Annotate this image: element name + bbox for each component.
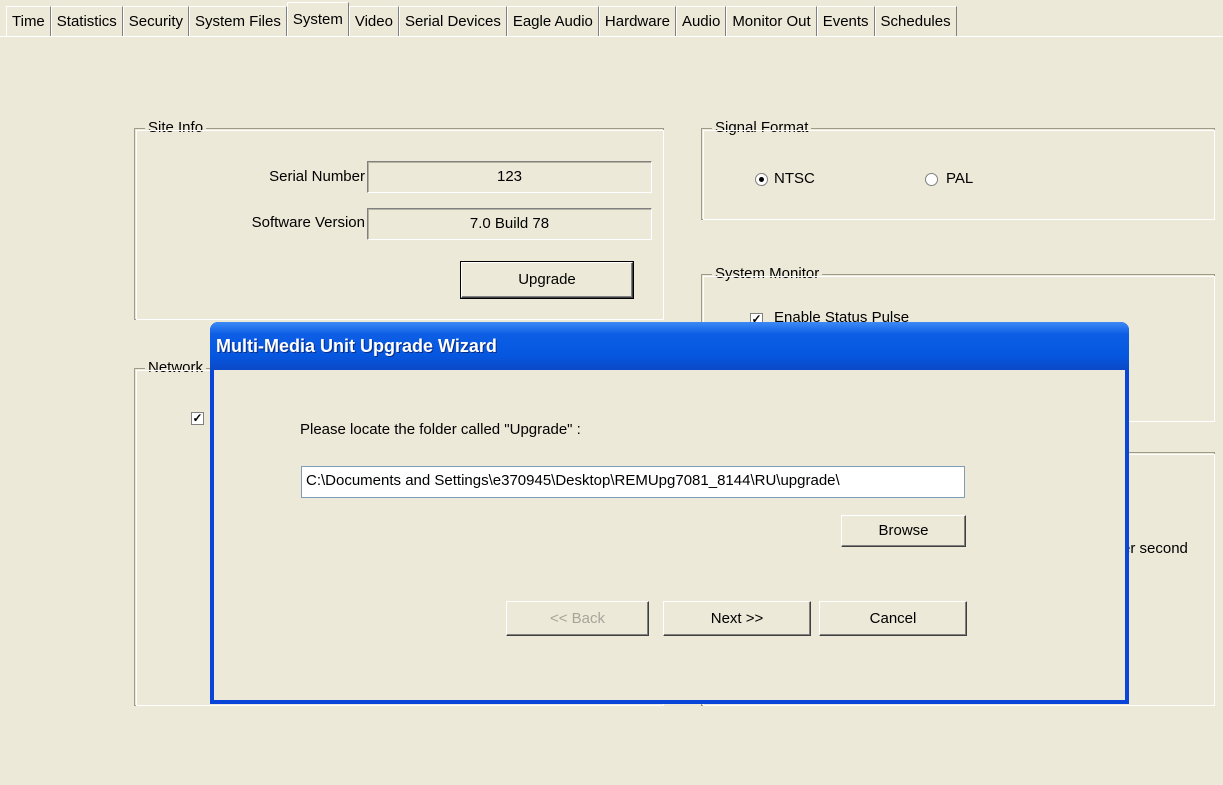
next-button[interactable]: Next >> (663, 601, 811, 636)
software-version-label: Software Version (251, 214, 365, 231)
site-info-legend: Site Info (145, 119, 207, 137)
tab-statistics[interactable]: Statistics (50, 6, 123, 36)
tab-audio[interactable]: Audio (675, 6, 727, 36)
serial-number-field: 123 (367, 161, 652, 193)
back-button[interactable]: << Back (506, 601, 649, 636)
tab-divider (0, 36, 1223, 37)
tab-bar: Time Statistics Security System Files System… (0, 0, 1223, 40)
tab-system[interactable]: System (286, 2, 349, 36)
tab-events[interactable]: Events (816, 6, 875, 36)
tab-monitor-out[interactable]: Monitor Out (726, 6, 817, 36)
network-checkbox[interactable]: ✓ (191, 412, 204, 425)
tab-video[interactable]: Video (348, 6, 399, 36)
tab-security[interactable]: Security (122, 6, 189, 36)
upgrade-folder-path-input[interactable]: C:\Documents and Settings\e370945\Deskto… (301, 466, 965, 498)
per-second-label: er second (1122, 540, 1188, 557)
signal-format-group: Signal Format NTSC PAL (701, 119, 1215, 220)
tab-hardware[interactable]: Hardware (598, 6, 676, 36)
ntsc-radio[interactable] (755, 173, 768, 186)
tab-eagle-audio[interactable]: Eagle Audio (506, 6, 599, 36)
tab-time[interactable]: Time (6, 6, 51, 36)
locate-folder-prompt: Please locate the folder called "Upgrade… (300, 421, 581, 438)
software-version-field: 7.0 Build 78 (367, 208, 652, 240)
dialog-client-area: Please locate the folder called "Upgrade… (214, 370, 1125, 700)
tab-system-files[interactable]: System Files (188, 6, 287, 36)
pal-radio[interactable] (925, 173, 938, 186)
pal-label[interactable]: PAL (946, 169, 973, 189)
upgrade-wizard-dialog: Multi-Media Unit Upgrade Wizard Please l… (210, 322, 1129, 704)
serial-number-label: Serial Number (269, 168, 365, 185)
dialog-title: Multi-Media Unit Upgrade Wizard (216, 336, 497, 356)
cancel-button[interactable]: Cancel (819, 601, 967, 636)
tabs: Time Statistics Security System Files System… (6, 2, 957, 36)
system-monitor-legend: System Monitor (712, 265, 823, 283)
browse-button[interactable]: Browse (841, 515, 966, 547)
site-info-group: Site Info Serial Number 123 Software Ver… (134, 119, 664, 320)
tab-schedules[interactable]: Schedules (874, 6, 957, 36)
tab-serial-devices[interactable]: Serial Devices (398, 6, 507, 36)
dialog-title-bar[interactable]: Multi-Media Unit Upgrade Wizard (210, 322, 1129, 370)
upgrade-button[interactable]: Upgrade (460, 261, 634, 299)
signal-format-legend: Signal Format (712, 119, 812, 137)
ntsc-label[interactable]: NTSC (774, 169, 815, 189)
network-legend: Network (145, 359, 207, 377)
